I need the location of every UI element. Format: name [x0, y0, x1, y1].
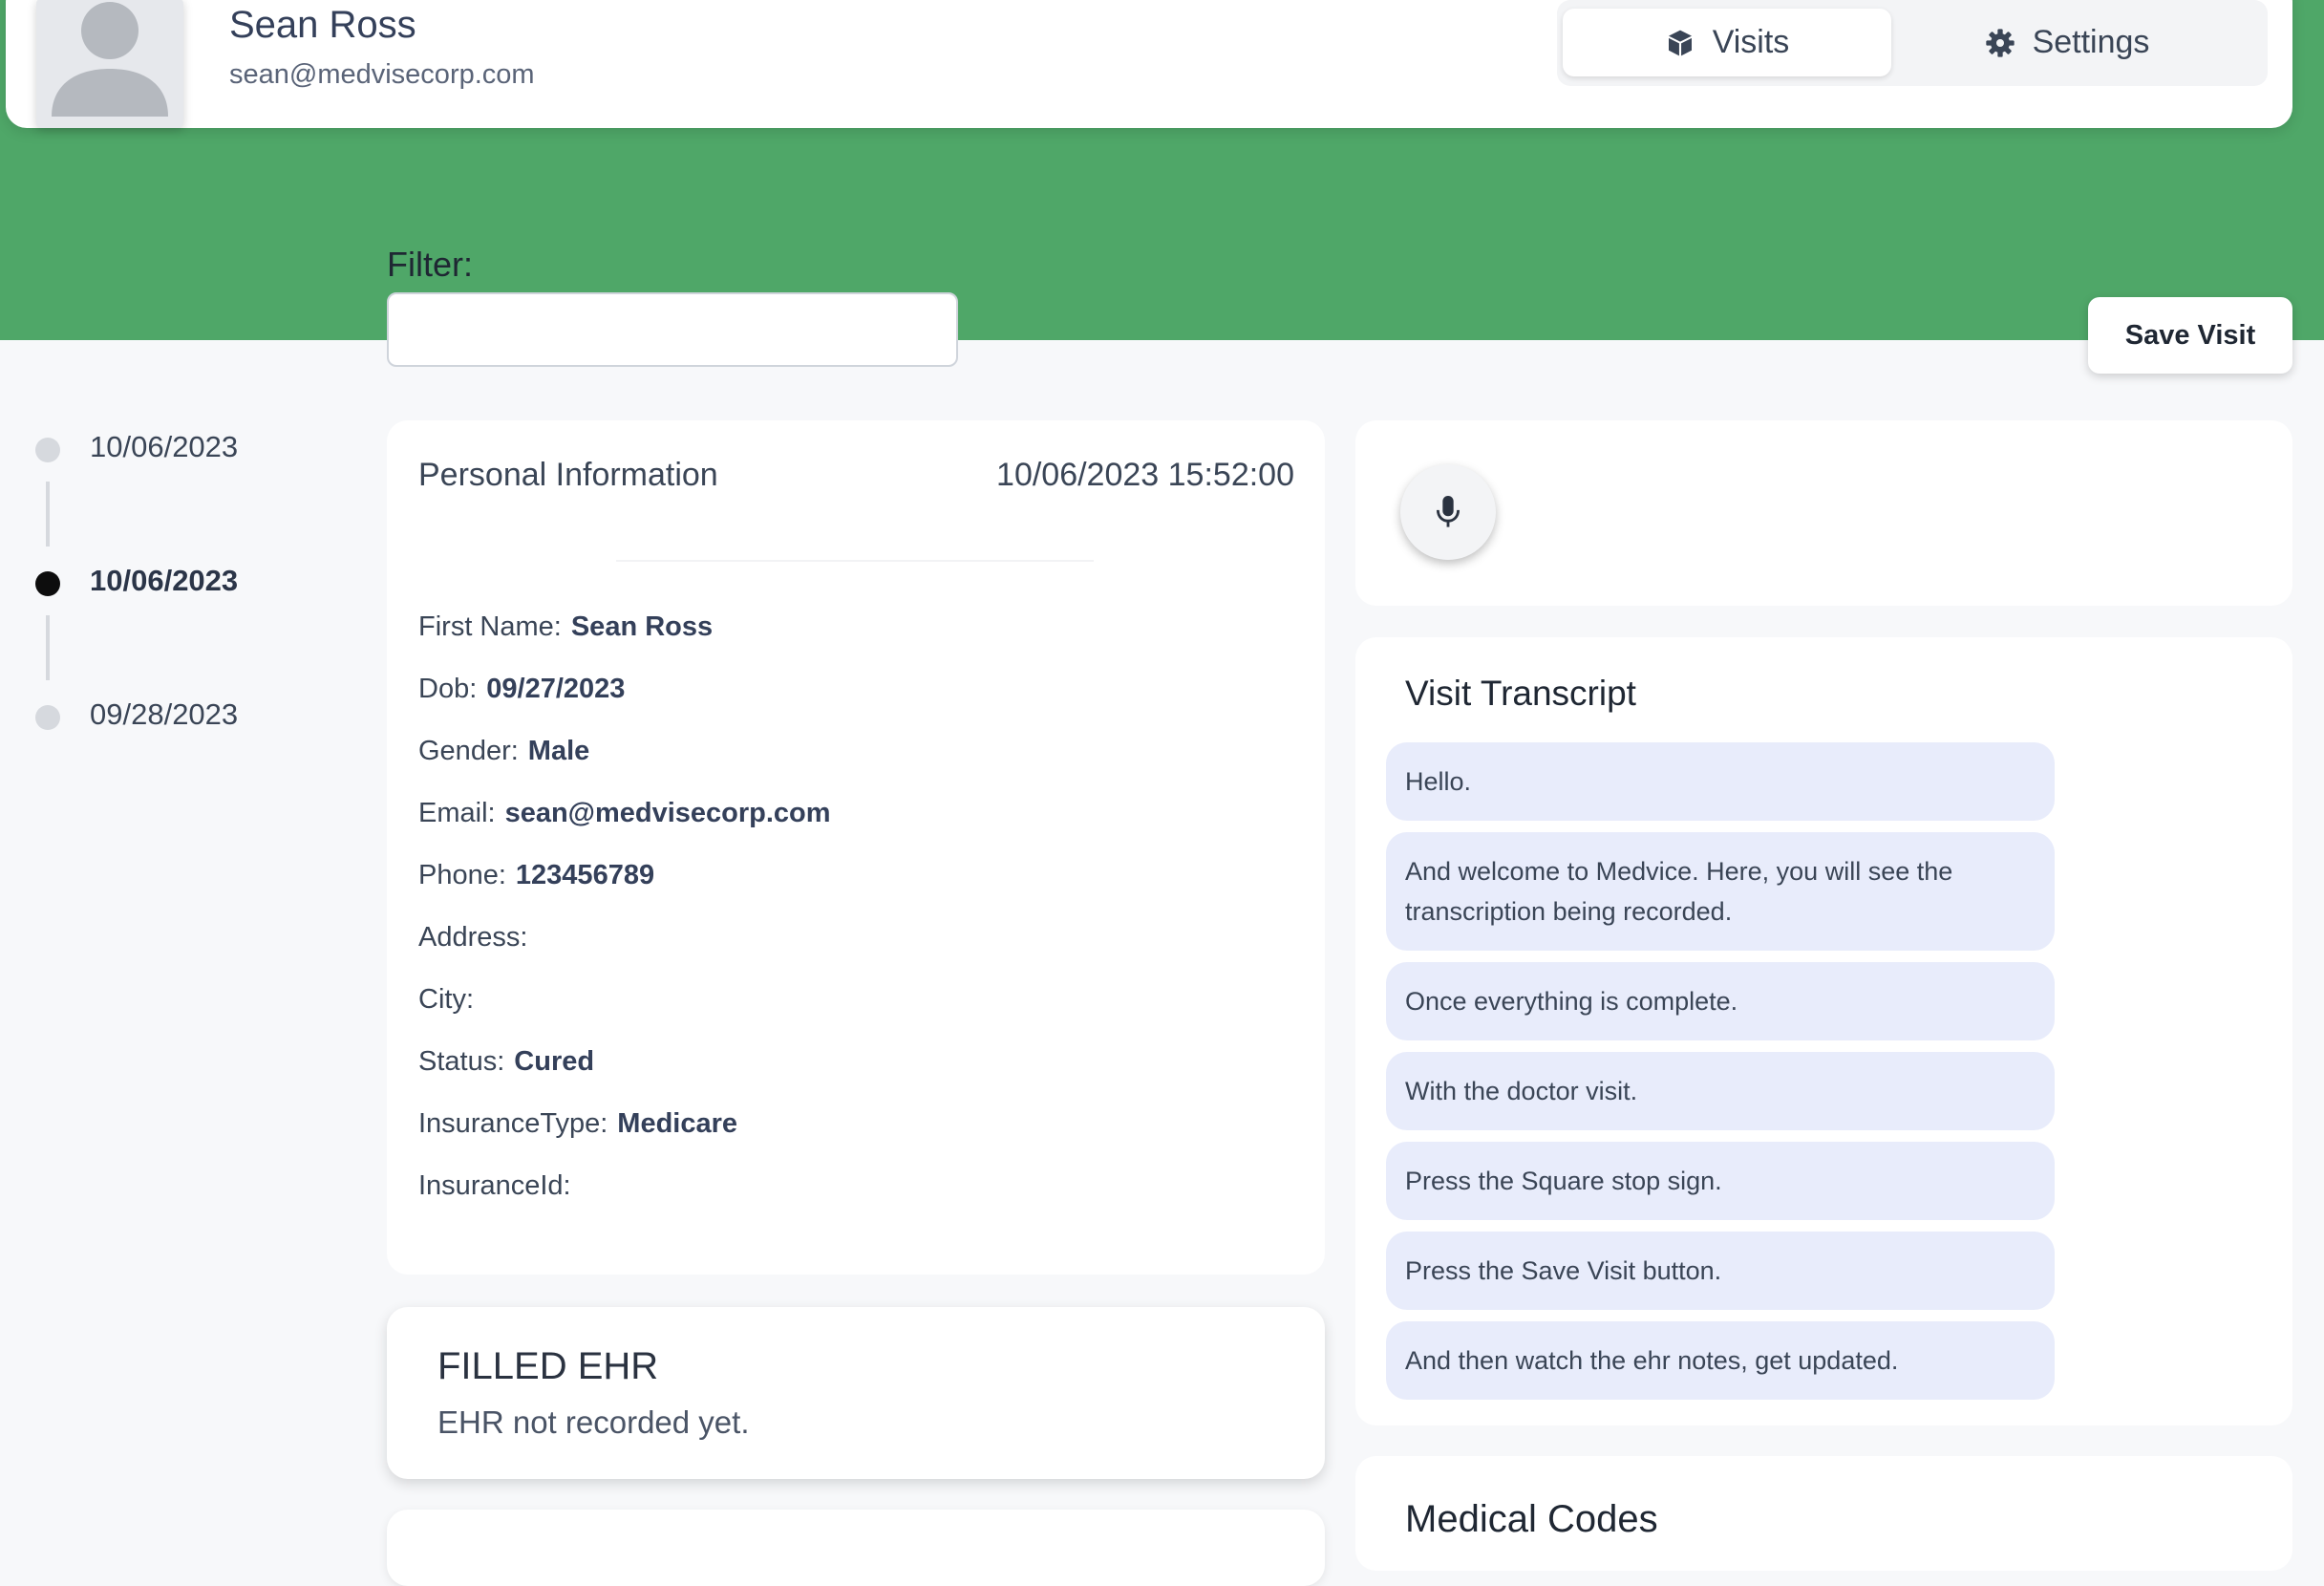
medical-codes-title: Medical Codes	[1405, 1498, 1658, 1540]
timeline-date: 10/06/2023	[90, 564, 239, 597]
transcript-bubble: Press the Square stop sign.	[1386, 1142, 2055, 1220]
transcript-bubble: And welcome to Medvice. Here, you will s…	[1386, 832, 2055, 951]
save-visit-button[interactable]: Save Visit	[2088, 297, 2292, 374]
field-insurance-id: InsuranceId:	[418, 1170, 581, 1202]
field-insurance-type: InsuranceType: Medicare	[418, 1108, 737, 1140]
field-email: Email: sean@medvisecorp.com	[418, 798, 831, 829]
timeline-item[interactable]: 10/06/2023	[0, 420, 382, 478]
field-label: First Name:	[418, 611, 562, 642]
card-title: Personal Information	[418, 457, 718, 493]
record-button[interactable]	[1400, 464, 1496, 560]
timeline-connector	[46, 615, 50, 680]
gear-icon	[1985, 28, 2015, 57]
field-value: 09/27/2023	[486, 674, 626, 704]
field-label: Email:	[418, 798, 496, 828]
transcript-bubble: Hello.	[1386, 742, 2055, 821]
field-label: Dob:	[418, 674, 478, 704]
field-value: Cured	[514, 1046, 595, 1077]
ehr-status-text: EHR not recorded yet.	[437, 1404, 750, 1440]
field-label: InsuranceType:	[418, 1108, 608, 1139]
next-card	[387, 1510, 1325, 1586]
field-city: City:	[418, 984, 483, 1016]
user-name: Sean Ross	[229, 4, 416, 46]
field-label: Address:	[418, 922, 528, 953]
timeline-dot	[35, 705, 60, 730]
tab-settings-label: Settings	[2032, 24, 2150, 60]
transcript-bubble: And then watch the ehr notes, get update…	[1386, 1321, 2055, 1400]
timeline-item[interactable]: 10/06/2023	[0, 554, 382, 611]
field-label: Status:	[418, 1046, 505, 1077]
tab-visits[interactable]: Visits	[1563, 9, 1891, 76]
field-label: Phone:	[418, 860, 506, 890]
recorder-card	[1355, 420, 2292, 606]
visit-transcript-card: Visit Transcript Hello. And welcome to M…	[1355, 637, 2292, 1425]
field-value: 123456789	[515, 860, 655, 890]
filter-label: Filter:	[387, 245, 473, 284]
field-first-name: First Name: Sean Ross	[418, 611, 713, 643]
field-label: City:	[418, 984, 474, 1015]
field-address: Address:	[418, 922, 537, 954]
ehr-title: FILLED EHR	[437, 1345, 659, 1387]
filter-input[interactable]	[387, 292, 958, 367]
personal-information-card: Personal Information 10/06/2023 15:52:00…	[387, 420, 1325, 1275]
cube-icon	[1668, 30, 1692, 55]
transcript-title: Visit Transcript	[1405, 674, 1636, 713]
field-value: Male	[527, 736, 590, 766]
microphone-icon	[1436, 496, 1460, 527]
avatar[interactable]	[36, 0, 183, 128]
filled-ehr-card: FILLED EHR EHR not recorded yet.	[387, 1307, 1325, 1479]
timeline-connector	[46, 482, 50, 547]
field-label: Gender:	[418, 736, 519, 766]
field-phone: Phone: 123456789	[418, 860, 654, 891]
field-status: Status: Cured	[418, 1046, 594, 1078]
user-silhouette-icon	[52, 2, 168, 117]
field-label: InsuranceId:	[418, 1170, 571, 1201]
transcript-bubble: Press the Save Visit button.	[1386, 1232, 2055, 1310]
timeline-item[interactable]: 09/28/2023	[0, 688, 382, 745]
field-dob: Dob: 09/27/2023	[418, 674, 625, 705]
timeline-date: 10/06/2023	[90, 430, 239, 463]
timeline-date: 09/28/2023	[90, 697, 239, 731]
field-value: Sean Ross	[570, 611, 714, 642]
field-value: sean@medvisecorp.com	[504, 798, 831, 828]
transcript-bubble: With the doctor visit.	[1386, 1052, 2055, 1130]
medical-codes-card: Medical Codes	[1355, 1456, 2292, 1571]
tab-visits-label: Visits	[1712, 24, 1790, 60]
field-value: Medicare	[617, 1108, 738, 1139]
tab-settings[interactable]: Settings	[1903, 9, 2231, 76]
nav-tabs: Visits Settings	[1557, 0, 2268, 86]
timeline-dot-active	[35, 571, 60, 596]
transcript-bubble: Once everything is complete.	[1386, 962, 2055, 1040]
field-gender: Gender: Male	[418, 736, 589, 767]
timeline-dot	[35, 438, 60, 462]
visit-timestamp: 10/06/2023 15:52:00	[996, 457, 1294, 493]
user-header: Sean Ross sean@medvisecorp.com Visits Se…	[6, 0, 2292, 128]
user-email: sean@medvisecorp.com	[229, 59, 535, 90]
divider	[616, 560, 1094, 562]
